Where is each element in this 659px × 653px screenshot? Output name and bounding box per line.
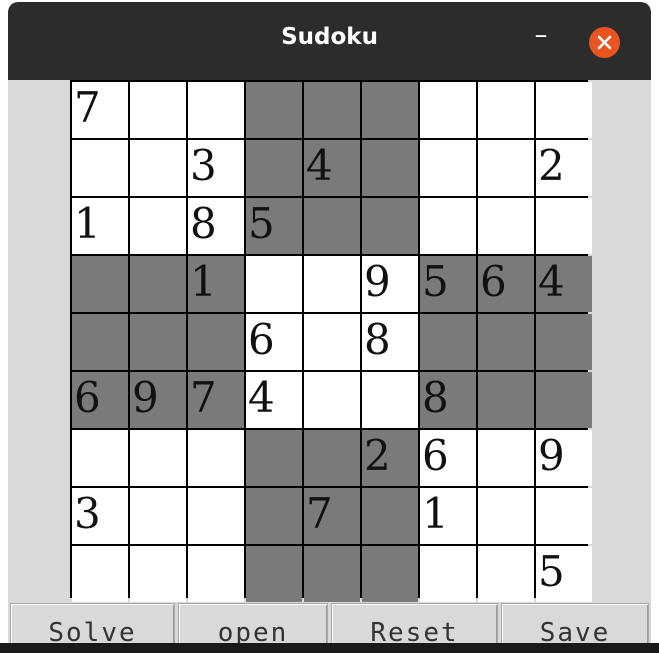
sudoku-cell[interactable]: [478, 430, 534, 486]
sudoku-cell[interactable]: [420, 546, 476, 602]
sudoku-cell[interactable]: [246, 256, 302, 312]
sudoku-cell[interactable]: [130, 198, 186, 254]
sudoku-cell[interactable]: 7: [304, 488, 360, 544]
sudoku-cell[interactable]: 6: [72, 372, 128, 428]
bottom-edge: [0, 643, 659, 653]
sudoku-cell[interactable]: [304, 256, 360, 312]
sudoku-cell[interactable]: [188, 82, 244, 138]
sudoku-cell[interactable]: 8: [362, 314, 418, 370]
sudoku-cell[interactable]: 9: [536, 430, 592, 486]
sudoku-cell[interactable]: 4: [304, 140, 360, 196]
sudoku-cell[interactable]: 7: [72, 82, 128, 138]
sudoku-cell[interactable]: [362, 546, 418, 602]
sudoku-cell[interactable]: [188, 430, 244, 486]
sudoku-cell[interactable]: [304, 82, 360, 138]
sudoku-cell[interactable]: [304, 372, 360, 428]
sudoku-cell[interactable]: [246, 546, 302, 602]
sudoku-cell[interactable]: [420, 198, 476, 254]
sudoku-cell[interactable]: 3: [188, 140, 244, 196]
sudoku-cell[interactable]: [478, 372, 534, 428]
sudoku-cell[interactable]: [130, 256, 186, 312]
sudoku-cell[interactable]: 1: [188, 256, 244, 312]
sudoku-cell[interactable]: 2: [536, 140, 592, 196]
sudoku-cell[interactable]: 6: [420, 430, 476, 486]
sudoku-cell[interactable]: 5: [536, 546, 592, 602]
sudoku-cell[interactable]: 4: [536, 256, 592, 312]
sudoku-cell[interactable]: [420, 140, 476, 196]
sudoku-board: 73421851956468697482693715: [70, 80, 592, 602]
sudoku-cell[interactable]: [72, 256, 128, 312]
sudoku-cell[interactable]: [478, 198, 534, 254]
sudoku-cell[interactable]: [130, 488, 186, 544]
sudoku-cell[interactable]: 2: [362, 430, 418, 486]
sudoku-cell[interactable]: [246, 488, 302, 544]
sudoku-cell[interactable]: [362, 82, 418, 138]
sudoku-cell[interactable]: 3: [72, 488, 128, 544]
sudoku-cell[interactable]: [188, 546, 244, 602]
sudoku-cell[interactable]: 8: [188, 198, 244, 254]
sudoku-cell[interactable]: [188, 488, 244, 544]
sudoku-cell[interactable]: [246, 430, 302, 486]
sudoku-cell[interactable]: [130, 430, 186, 486]
sudoku-cell[interactable]: [72, 314, 128, 370]
sudoku-cell[interactable]: [304, 546, 360, 602]
sudoku-cell[interactable]: 1: [420, 488, 476, 544]
sudoku-cell[interactable]: [536, 82, 592, 138]
sudoku-cell[interactable]: [362, 140, 418, 196]
sudoku-cell[interactable]: [304, 314, 360, 370]
sudoku-cell[interactable]: 1: [72, 198, 128, 254]
sudoku-cell[interactable]: [130, 546, 186, 602]
sudoku-cell[interactable]: [72, 140, 128, 196]
sudoku-cell[interactable]: [362, 488, 418, 544]
sudoku-cell[interactable]: [188, 314, 244, 370]
sudoku-cell[interactable]: 5: [420, 256, 476, 312]
sudoku-cell[interactable]: [478, 140, 534, 196]
minimize-button[interactable]: –: [526, 20, 556, 50]
sudoku-cell[interactable]: [536, 372, 592, 428]
sudoku-cell[interactable]: 4: [246, 372, 302, 428]
sudoku-cell[interactable]: [362, 372, 418, 428]
sudoku-cell[interactable]: [246, 82, 302, 138]
sudoku-cell[interactable]: [130, 314, 186, 370]
sudoku-cell[interactable]: [130, 82, 186, 138]
sudoku-cell[interactable]: [420, 314, 476, 370]
sudoku-cell[interactable]: 9: [130, 372, 186, 428]
sudoku-window: Sudoku – 73421851956468697482693715 Solv…: [8, 2, 651, 653]
sudoku-cell[interactable]: [304, 430, 360, 486]
sudoku-cell[interactable]: 6: [246, 314, 302, 370]
sudoku-cell[interactable]: [362, 198, 418, 254]
sudoku-cell[interactable]: [246, 140, 302, 196]
sudoku-cell[interactable]: [536, 198, 592, 254]
sudoku-cell[interactable]: 9: [362, 256, 418, 312]
sudoku-cell[interactable]: 7: [188, 372, 244, 428]
sudoku-cell[interactable]: [130, 140, 186, 196]
close-icon: [597, 35, 612, 50]
sudoku-cell[interactable]: [478, 314, 534, 370]
sudoku-cell[interactable]: [536, 314, 592, 370]
sudoku-cell[interactable]: 8: [420, 372, 476, 428]
sudoku-cell[interactable]: [478, 488, 534, 544]
sudoku-cell[interactable]: [478, 82, 534, 138]
sudoku-cell[interactable]: [536, 488, 592, 544]
content-area: 73421851956468697482693715 Solve open Re…: [8, 80, 651, 653]
sudoku-cell[interactable]: [304, 198, 360, 254]
sudoku-cell[interactable]: [478, 546, 534, 602]
title-bar[interactable]: Sudoku –: [8, 2, 651, 80]
sudoku-cell[interactable]: [72, 546, 128, 602]
sudoku-cell[interactable]: 6: [478, 256, 534, 312]
sudoku-cell[interactable]: 5: [246, 198, 302, 254]
sudoku-cell[interactable]: [72, 430, 128, 486]
close-button[interactable]: [589, 27, 620, 58]
sudoku-cell[interactable]: [420, 82, 476, 138]
